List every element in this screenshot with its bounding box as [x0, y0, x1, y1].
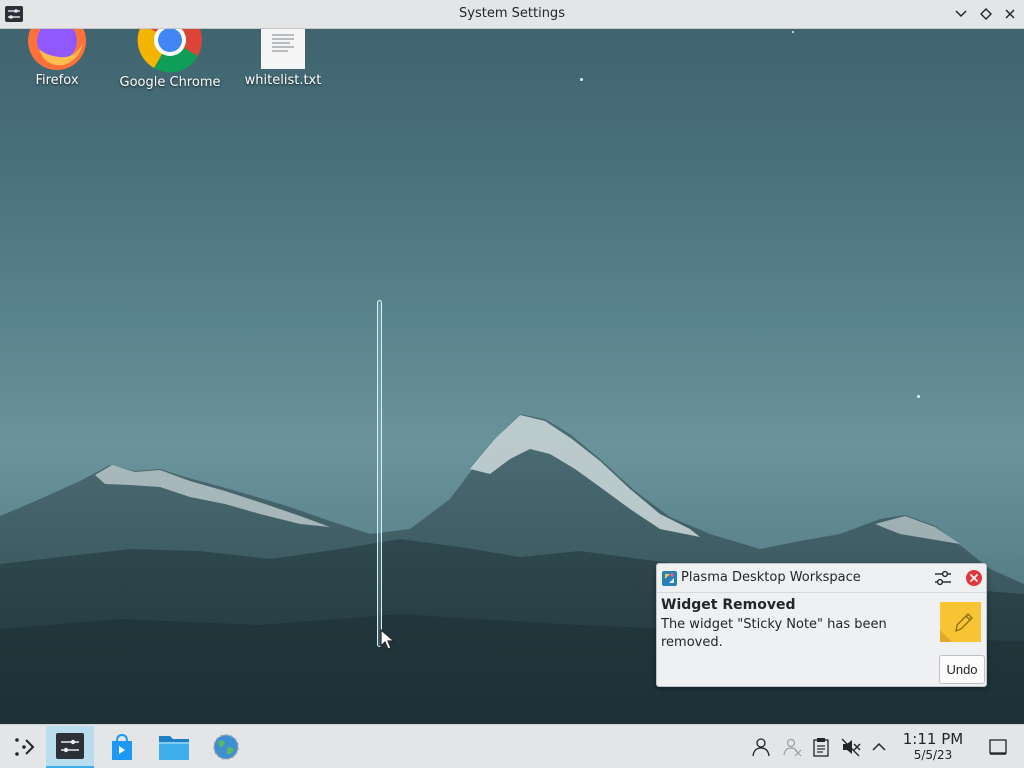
taskbar-item-system-settings[interactable]: [46, 726, 94, 768]
mouse-cursor-icon: [380, 629, 396, 650]
desktop-icon-label: Google Chrome: [119, 75, 221, 90]
window-title: System Settings: [459, 6, 565, 21]
desktop-icon-label: Firefox: [35, 73, 79, 88]
clock-time: 1:11 PM: [902, 730, 964, 748]
clipboard-icon[interactable]: [811, 737, 831, 757]
taskbar-item-discover[interactable]: [98, 726, 146, 768]
firefox-icon: [28, 29, 86, 70]
star: [917, 395, 920, 398]
close-window-button[interactable]: [1001, 5, 1019, 23]
drag-selection-outline: [377, 300, 382, 647]
notification-close-button[interactable]: [965, 569, 983, 587]
desktop-icon-google-chrome[interactable]: Google Chrome: [115, 29, 225, 90]
notification-app-name: Plasma Desktop Workspace: [681, 570, 861, 585]
desktop-icon-label: whitelist.txt: [244, 73, 322, 88]
show-desktop-icon[interactable]: [988, 737, 1008, 757]
user-icon[interactable]: [751, 737, 771, 757]
notification-title: Widget Removed: [661, 597, 796, 613]
notification-body: The widget "Sticky Note" has been remove…: [661, 617, 887, 650]
system-settings-icon: [56, 733, 84, 759]
discover-store-icon: [112, 733, 132, 760]
text-file-icon: [261, 29, 305, 69]
chevron-down-icon: [955, 10, 967, 18]
desktop-icon-whitelist[interactable]: whitelist.txt: [228, 29, 338, 88]
star: [580, 78, 583, 81]
volume-muted-icon[interactable]: [841, 737, 861, 757]
minimize-button[interactable]: [952, 5, 970, 23]
notification-header: Plasma Desktop Workspace: [657, 564, 986, 593]
kde-connect-icon[interactable]: [782, 737, 802, 757]
maximize-button[interactable]: [977, 5, 995, 23]
browser-globe-icon: [213, 734, 239, 760]
dolphin-folder-icon: [159, 736, 189, 760]
window-titlebar: System Settings: [0, 0, 1024, 29]
undo-button[interactable]: Undo: [939, 655, 985, 684]
taskbar: 1:11 PM 5/5/23: [0, 724, 1024, 768]
configure-sliders-icon: [935, 570, 951, 586]
chrome-icon: [137, 29, 202, 73]
clock-date: 5/5/23: [913, 748, 953, 762]
notification-settings-button[interactable]: [933, 569, 953, 587]
sticky-note-icon: [940, 602, 981, 642]
close-icon: [1005, 9, 1015, 19]
taskbar-item-dolphin[interactable]: [150, 726, 198, 768]
app-launcher-icon: [15, 738, 35, 756]
diamond-icon: [980, 8, 992, 20]
show-hidden-chevron-icon[interactable]: [869, 737, 889, 757]
application-launcher-button[interactable]: [0, 726, 48, 768]
close-icon: [966, 570, 982, 586]
taskbar-item-browser[interactable]: [202, 726, 250, 768]
star: [792, 31, 794, 33]
desktop-icon-firefox[interactable]: Firefox: [2, 29, 112, 88]
digital-clock[interactable]: 1:11 PM 5/5/23: [898, 730, 968, 763]
notification-popup[interactable]: Plasma Desktop Workspace Widget Removed …: [656, 563, 987, 687]
plasma-app-icon: [662, 571, 677, 586]
